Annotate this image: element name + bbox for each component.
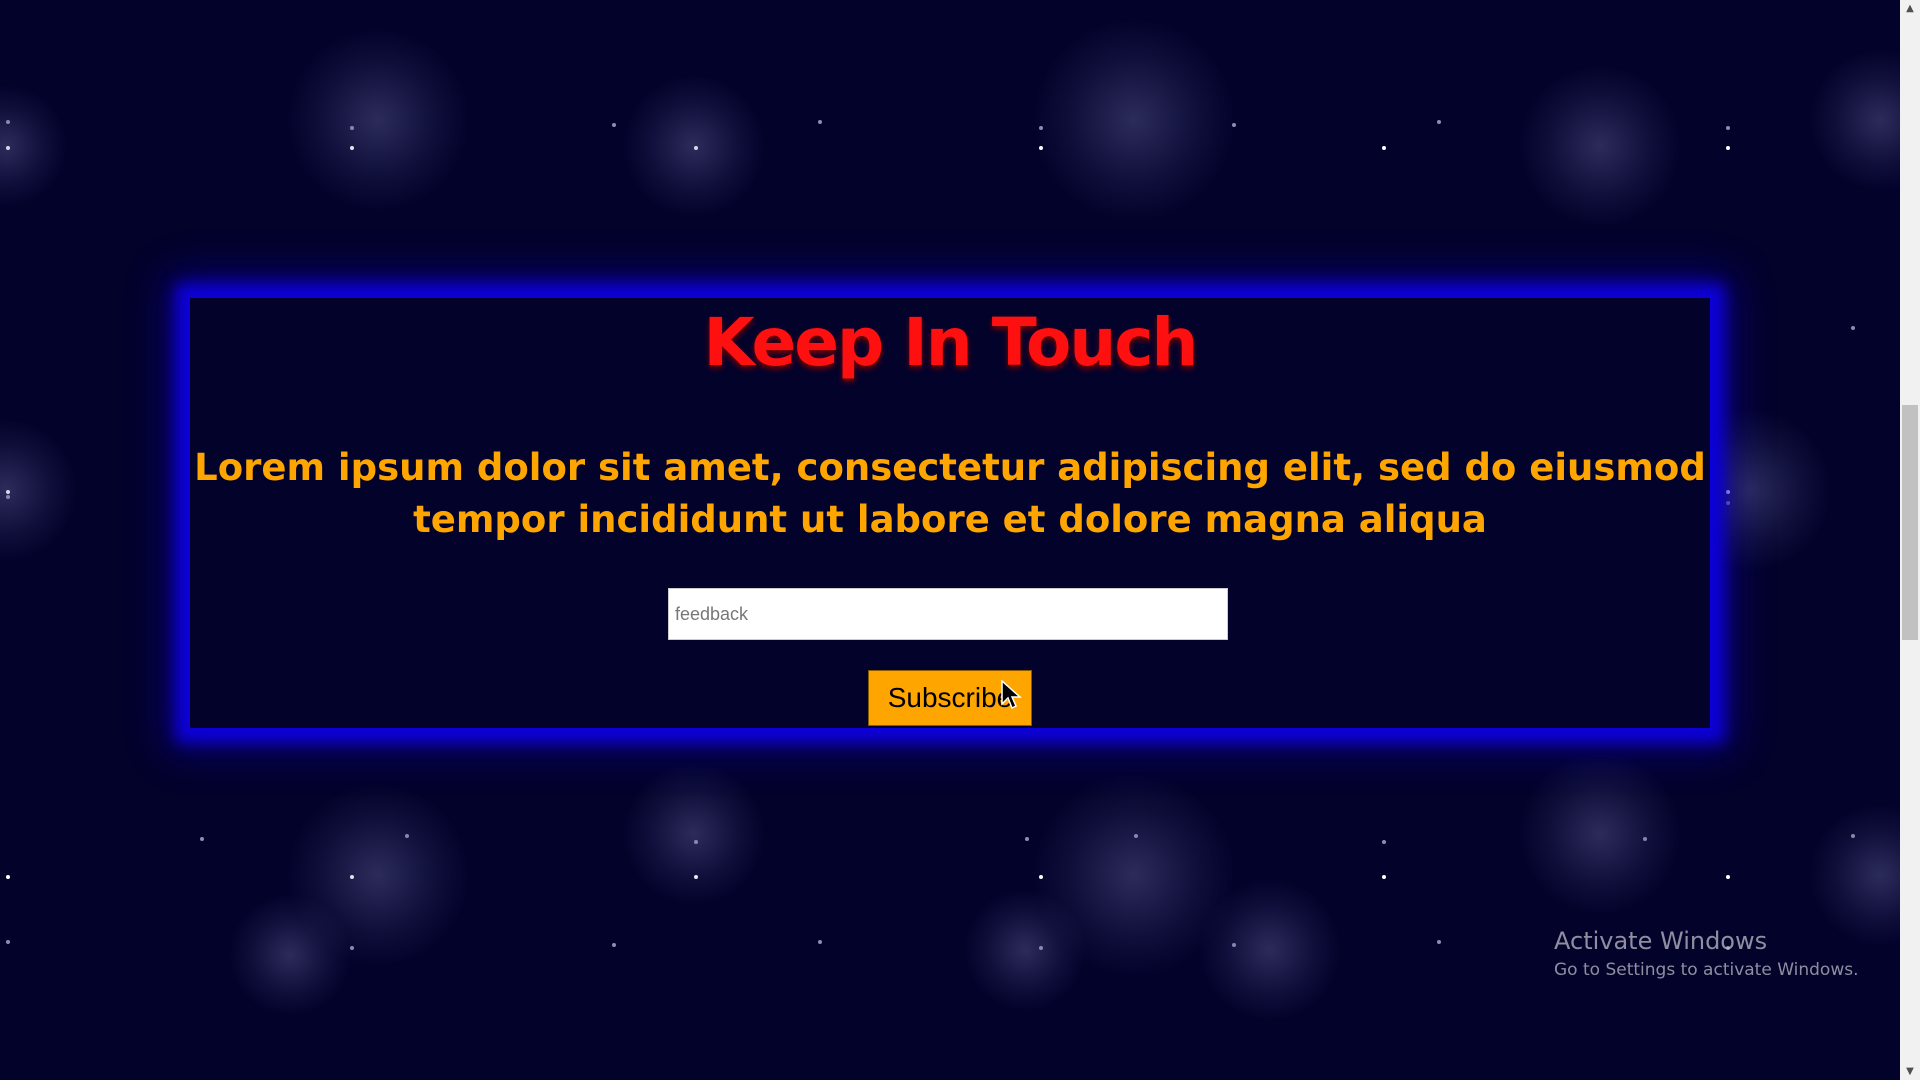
star-dot <box>1382 840 1386 844</box>
star-glow <box>1034 20 1234 220</box>
star-dot <box>1851 326 1855 330</box>
star-dot <box>1382 146 1386 150</box>
scroll-up-arrow-icon[interactable]: ▲ <box>1900 0 1920 17</box>
star-glow <box>230 895 350 1015</box>
star-glow <box>0 86 66 206</box>
star-dot <box>1382 875 1386 879</box>
star-dot <box>1726 146 1730 150</box>
star-dot <box>6 940 10 944</box>
mouse-pointer-icon <box>1001 680 1022 710</box>
star-glow <box>288 30 468 210</box>
star-dot <box>1437 120 1441 124</box>
star-dot <box>1726 875 1730 879</box>
star-glow <box>0 420 76 560</box>
star-glow <box>1200 880 1340 1020</box>
star-glow <box>624 764 764 904</box>
contact-title: Keep In Touch <box>703 304 1199 381</box>
star-dot <box>1437 940 1441 944</box>
star-dot <box>612 943 616 947</box>
star-dot <box>200 837 204 841</box>
star-glow <box>1520 66 1680 226</box>
star-dot <box>818 120 822 124</box>
scrollbar-thumb[interactable] <box>1902 405 1918 640</box>
star-glow <box>1520 754 1680 914</box>
star-dot <box>6 875 10 879</box>
feedback-input[interactable] <box>668 588 1228 640</box>
watermark-title: Activate Windows <box>1554 927 1768 955</box>
contact-description: Lorem ipsum dolor sit amet, consectetur … <box>194 446 1706 541</box>
star-glow <box>624 76 764 216</box>
star-dot <box>818 940 822 944</box>
star-dot <box>612 123 616 127</box>
activate-windows-watermark: Activate Windows Go to Settings to activ… <box>1554 924 1859 982</box>
star-dot <box>1726 126 1730 130</box>
scroll-down-arrow-icon[interactable]: ▼ <box>1900 1063 1920 1080</box>
watermark-subtitle: Go to Settings to activate Windows. <box>1554 960 1859 980</box>
star-glow <box>1810 50 1900 190</box>
page-background: Keep In Touch Lorem ipsum dolor sit amet… <box>0 0 1900 1080</box>
contact-section: Keep In Touch Lorem ipsum dolor sit amet… <box>190 298 1710 728</box>
star-dot <box>1025 837 1029 841</box>
star-glow <box>965 890 1085 1010</box>
